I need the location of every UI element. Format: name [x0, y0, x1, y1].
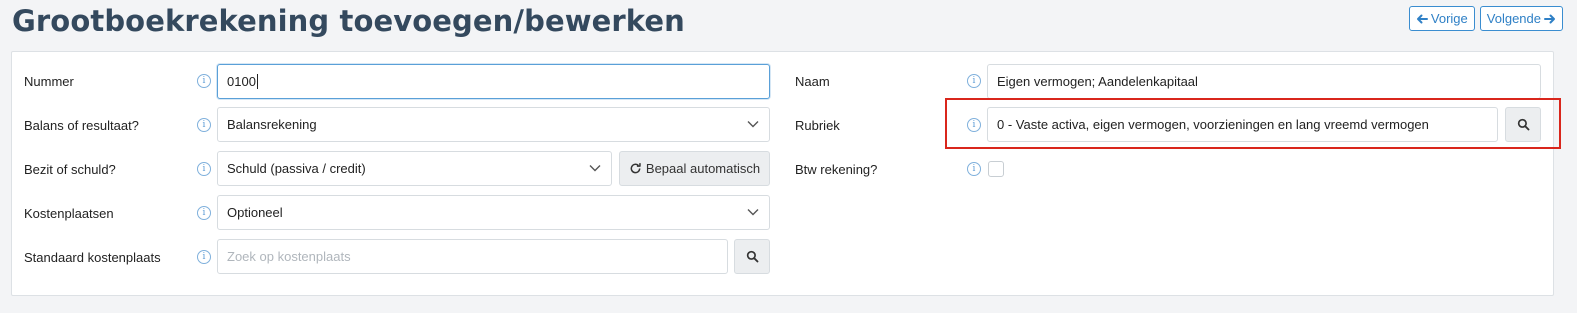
- btw-label: Btw rekening?: [795, 162, 878, 177]
- arrow-right-icon: [1544, 14, 1555, 23]
- chevron-down-icon: [747, 209, 759, 216]
- chevron-down-icon: [589, 165, 601, 172]
- kostenplaatsen-label: Kostenplaatsen: [24, 206, 114, 221]
- page-title: Grootboekrekening toevoegen/bewerken: [12, 4, 685, 38]
- previous-button[interactable]: Vorige: [1408, 6, 1475, 31]
- kostenplaats-search-button[interactable]: [734, 239, 770, 274]
- previous-label: Vorige: [1430, 11, 1468, 26]
- naam-input[interactable]: Eigen vermogen; Aandelenkapitaal: [987, 64, 1541, 99]
- kostenplaatsen-select[interactable]: Optioneel: [217, 195, 770, 230]
- arrow-left-icon: [1416, 14, 1428, 23]
- chevron-down-icon: [747, 121, 759, 128]
- refresh-icon: [630, 163, 641, 174]
- balans-label: Balans of resultaat?: [24, 118, 139, 133]
- btw-checkbox[interactable]: [988, 161, 1004, 177]
- bezit-value: Schuld (passiva / credit): [227, 161, 366, 176]
- search-icon: [746, 250, 758, 263]
- rubriek-label: Rubriek: [795, 118, 840, 133]
- info-circle-icon[interactable]: i: [967, 74, 981, 88]
- bezit-select[interactable]: Schuld (passiva / credit): [217, 151, 612, 186]
- kostenplaats-search-input[interactable]: Zoek op kostenplaats: [217, 239, 728, 274]
- bepaal-automatisch-label: Bepaal automatisch: [645, 161, 761, 176]
- record-navigation: Vorige Volgende: [1408, 6, 1563, 31]
- info-circle-icon[interactable]: i: [197, 250, 211, 264]
- standaard-kostenplaats-label: Standaard kostenplaats: [24, 250, 161, 265]
- nummer-value: 0100: [227, 74, 256, 89]
- balans-value: Balansrekening: [227, 117, 317, 132]
- kostenplaatsen-value: Optioneel: [227, 205, 283, 220]
- info-circle-icon[interactable]: i: [197, 206, 211, 220]
- balans-select[interactable]: Balansrekening: [217, 107, 770, 142]
- next-label: Volgende: [1486, 11, 1541, 26]
- naam-value: Eigen vermogen; Aandelenkapitaal: [997, 74, 1198, 89]
- nummer-label: Nummer: [24, 74, 74, 89]
- bepaal-automatisch-button[interactable]: Bepaal automatisch: [619, 151, 770, 186]
- info-circle-icon[interactable]: i: [197, 74, 211, 88]
- bezit-label: Bezit of schuld?: [24, 162, 116, 177]
- nummer-input[interactable]: 0100: [217, 64, 770, 99]
- naam-label: Naam: [795, 74, 830, 89]
- kostenplaats-placeholder: Zoek op kostenplaats: [227, 249, 351, 264]
- rubriek-highlight-box: [945, 98, 1561, 149]
- info-circle-icon[interactable]: i: [197, 118, 211, 132]
- text-cursor: [256, 74, 258, 89]
- info-circle-icon[interactable]: i: [197, 162, 211, 176]
- next-button[interactable]: Volgende: [1479, 6, 1563, 31]
- info-circle-icon[interactable]: i: [967, 162, 981, 176]
